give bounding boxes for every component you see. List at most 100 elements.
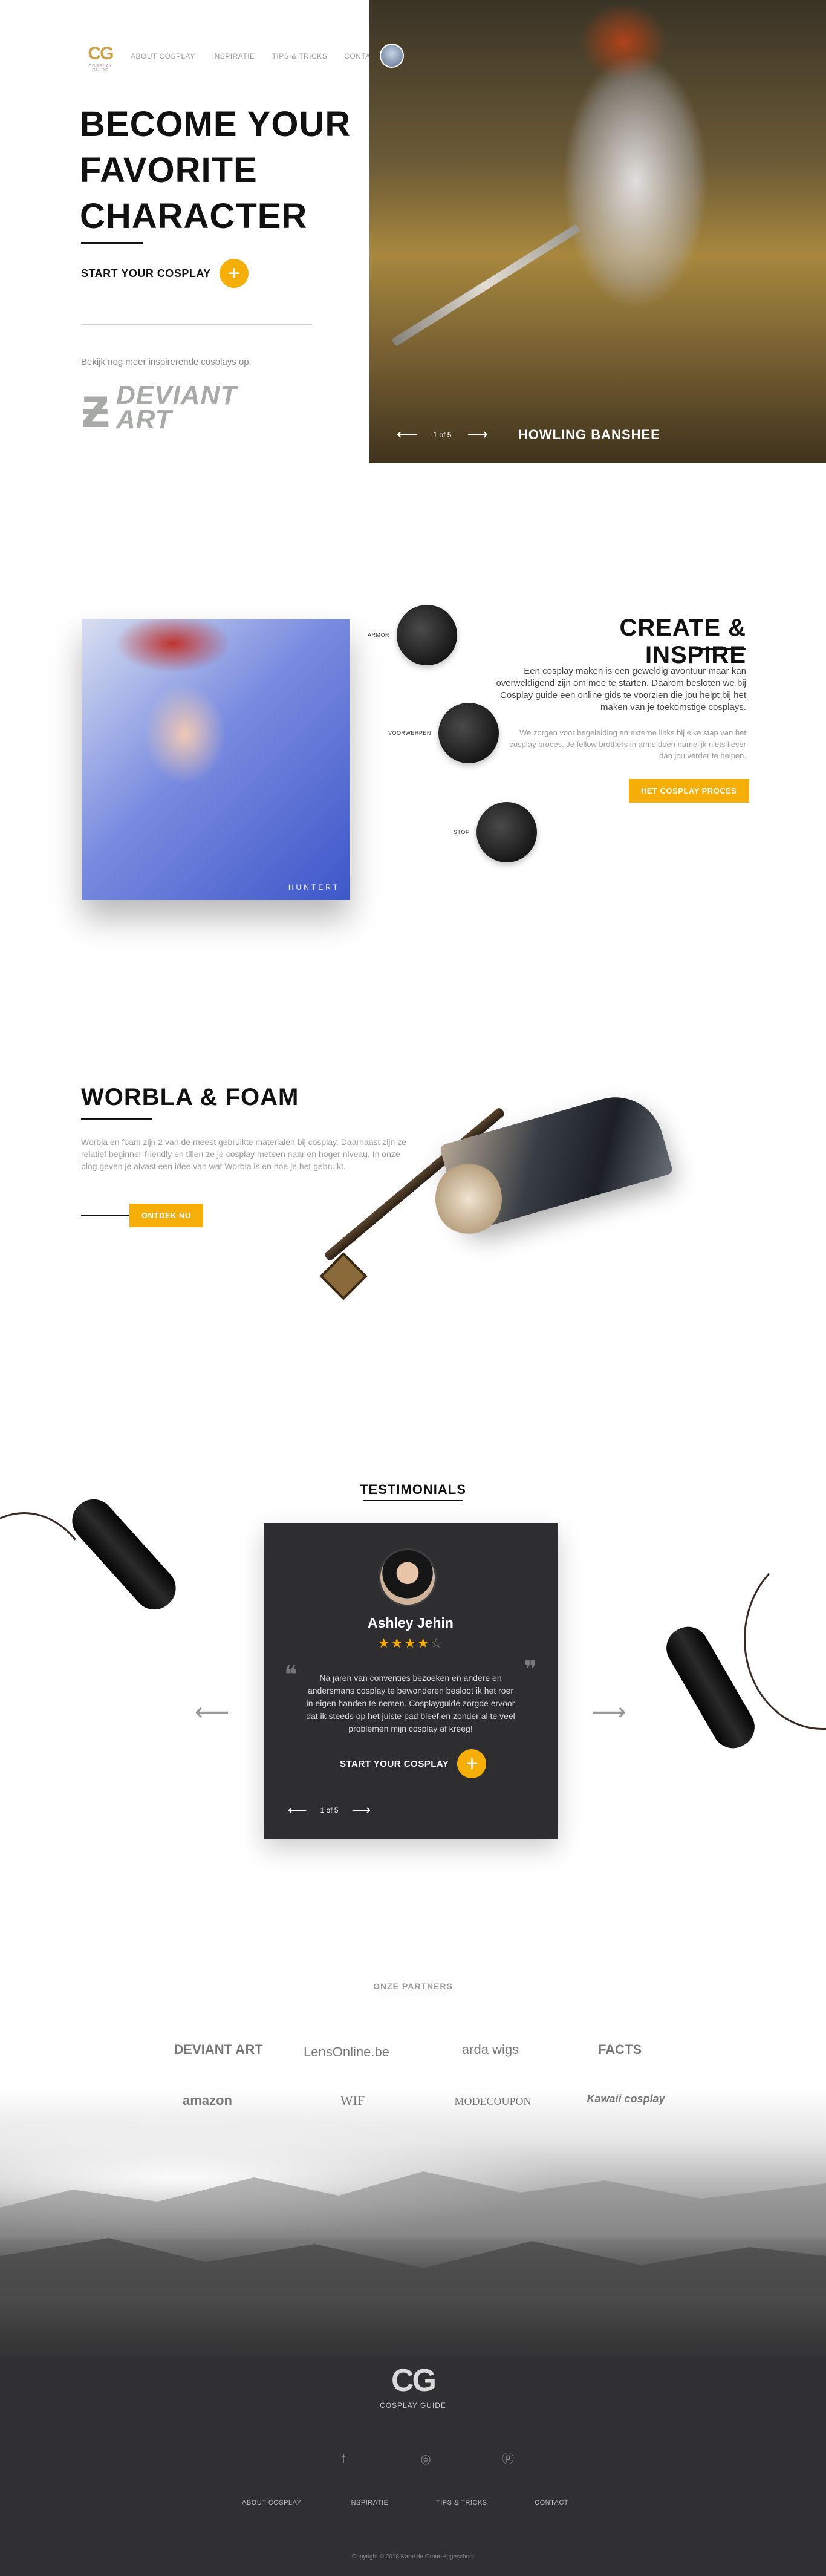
testimonial-name: Ashley Jehin [368,1615,454,1631]
testimonial-pager: ⟵ 1 of 5 ⟶ [288,1802,371,1818]
mountain-landscape-image [0,2087,826,2365]
hero-title-line: FAVORITE [80,151,258,190]
site-logo[interactable]: CG COSPLAY GUIDE [82,45,119,73]
slider-next-arrow-icon[interactable]: ⟶ [467,426,487,443]
category-armor-label: ARMOR [368,632,389,638]
worbla-underline [81,1118,152,1120]
footer-nav-about-cosplay[interactable]: ABOUT COSPLAY [242,2499,301,2506]
footer-nav-contact[interactable]: CONTACT [535,2499,568,2506]
cord-right [744,1548,826,1730]
mountain-ridge-near [0,2238,826,2298]
footer-logo[interactable]: CG COSPLAY GUIDE [0,2365,826,2410]
plus-icon: + [457,1749,487,1778]
nav-about-cosplay[interactable]: ABOUT COSPLAY [131,52,195,60]
cosplay-process-button[interactable]: HET COSPLAY PROCES [629,779,749,803]
footer-logo-mark: CG [391,2363,437,2398]
footer: CG COSPLAY GUIDE f ◎ ⓟ ABOUT COSPLAY INS… [0,2359,826,2576]
pager-prev-arrow-icon[interactable]: ⟵ [288,1802,307,1818]
partner-wif-logo[interactable]: WIF [295,2093,410,2108]
create-inspire-detail: We zorgen voor begeleiding en externe li… [509,728,746,760]
quote-open-icon: ❝ [284,1661,298,1689]
ontdek-nu-button[interactable]: ONTDEK NU [129,1204,203,1227]
deviantart-line2: ART [116,405,172,434]
pinterest-icon[interactable]: ⓟ [499,2451,516,2468]
hero-cosplay-photo [369,0,826,463]
start-cosplay-label: START YOUR COSPLAY [340,1758,449,1769]
logo-subtitle: COSPLAY GUIDE [88,64,112,73]
partner-lensonline-logo[interactable]: LensOnline.be [289,2044,404,2060]
slide-character-name: HOWLING BANSHEE [518,426,660,442]
category-voorwerpen-label: VOORWERPEN [388,730,431,736]
hero-photo-sword [391,224,581,347]
star-empty-icon: ☆ [430,1635,444,1651]
partner-kawaii-cosplay-logo[interactable]: Kawaii cosplay [568,2093,683,2105]
weapon-fur [435,1162,502,1235]
category-armor-image [397,605,457,665]
category-armor[interactable]: ARMOR [368,605,457,665]
hero-divider [81,324,312,325]
category-stof-label: STOF [454,829,469,835]
worbla-title: WORBLA & FOAM [81,1084,299,1110]
partner-modecoupon-logo[interactable]: MODECOUPON [435,2095,550,2108]
deviantart-wordmark: DEVIANT ART [116,380,238,434]
hero-title-line: CHARACTER [80,197,308,236]
hero-title: BECOME YOUR FAVORITE CHARACTER [80,102,358,240]
main-nav: ABOUT COSPLAY INSPIRATIE TIPS & TRICKS C… [131,52,381,60]
inspiration-artwork: HUNTERT [82,619,350,900]
partner-deviantart-logo[interactable]: DEVIANT ART [161,2042,276,2058]
nav-inspiratie[interactable]: INSPIRATIE [212,52,255,60]
slider-counter: 1 of 5 [433,430,452,439]
testimonial-card: Ashley Jehin ★★★★☆ ❝ ❞ Na jaren van conv… [264,1523,558,1839]
footer-nav-tips-tricks[interactable]: TIPS & TRICKS [436,2499,487,2506]
ontdek-cta: ONTDEK NU [81,1204,203,1227]
deviantart-logo-link[interactable]: ƶ DEVIANT ART [81,375,238,440]
create-inspire-underline [695,648,746,650]
hero-title-underline [81,242,143,244]
testimonial-avatar [379,1548,437,1606]
partner-arda-wigs-logo[interactable]: arda wigs [433,2042,548,2058]
testimonial-quote: Na jaren van conventies bezoeken en ande… [306,1673,515,1733]
artwork-signature: HUNTERT [288,883,340,892]
hero-section: CG COSPLAY GUIDE ABOUT COSPLAY INSPIRATI… [0,0,826,463]
plus-icon: + [219,259,249,288]
create-inspire-intro: Een cosplay maken is een geweldig avontu… [496,666,746,712]
rating-stars: ★★★★☆ [264,1635,558,1651]
nav-tips-tricks[interactable]: TIPS & TRICKS [272,52,328,60]
partner-amazon-logo[interactable]: amazon [150,2093,265,2108]
facebook-icon[interactable]: f [335,2451,352,2468]
instagram-icon[interactable]: ◎ [417,2451,434,2468]
cosplay-process-cta: HET COSPLAY PROCES [580,779,749,803]
category-stof-image [476,802,537,862]
category-stof[interactable]: STOF [454,802,537,862]
start-cosplay-button[interactable]: START YOUR COSPLAY + [81,259,249,288]
social-links: f ◎ ⓟ [335,2451,516,2468]
hero-title-line: BECOME YOUR [80,105,351,144]
telephone-handset-right-image [653,1536,826,1790]
worbla-weapon-image [302,1086,689,1326]
deviantart-line1: DEVIANT [116,380,238,410]
category-voorwerpen[interactable]: VOORWERPEN [388,703,499,763]
telephone-handset-left-image [0,1470,248,1700]
pager-next-arrow-icon[interactable]: ⟶ [352,1802,371,1818]
footer-nav-inspiratie[interactable]: INSPIRATIE [349,2499,388,2506]
logo-mark: CG [88,44,114,64]
deviantart-icon: ƶ [81,375,110,440]
copyright-text: Copyright © 2018 Karel de Grote-Hogescho… [352,2554,474,2560]
page: CG COSPLAY GUIDE ABOUT COSPLAY INSPIRATI… [0,0,826,2576]
testimonial-start-cosplay-button[interactable]: START YOUR COSPLAY + [340,1749,487,1778]
user-avatar[interactable] [380,44,404,68]
slider-prev-arrow-icon[interactable]: ⟵ [397,426,417,443]
hero-slider-controls: ⟵ 1 of 5 ⟶ HOWLING BANSHEE [397,426,660,443]
star-filled-icon: ★★★★ [377,1635,431,1651]
footer-nav: ABOUT COSPLAY INSPIRATIE TIPS & TRICKS C… [242,2499,568,2506]
partner-facts-logo[interactable]: FACTS [562,2042,677,2058]
quote-close-icon: ❞ [524,1656,537,1684]
testimonial-next-arrow-icon[interactable]: ⟶ [591,1698,626,1726]
footer-logo-subtitle: COSPLAY GUIDE [380,2401,446,2410]
partners-heading: ONZE PARTNERS [373,1981,453,1991]
start-cosplay-label: START YOUR COSPLAY [81,267,211,279]
weapon-pommel [319,1252,368,1300]
hero-more-text: Bekijk nog meer inspirerende cosplays op… [81,357,252,367]
testimonial-prev-arrow-icon[interactable]: ⟵ [195,1698,229,1726]
create-inspire-title: CREATE & INSPIRE [619,615,746,668]
